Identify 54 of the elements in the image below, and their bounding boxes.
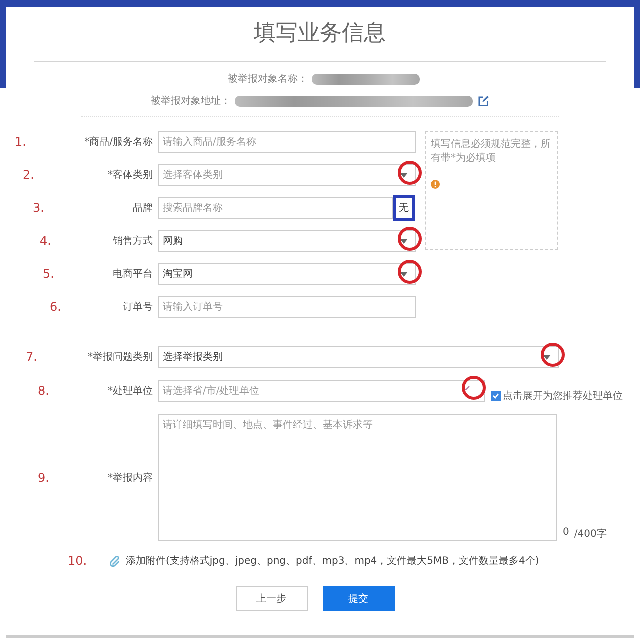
- field-value: 选择举报类别: [163, 350, 223, 364]
- input-field[interactable]: 搜索品牌名称: [158, 197, 393, 219]
- annotation-number: 7.: [25, 350, 38, 364]
- select-field[interactable]: 选择客体类别: [158, 164, 416, 186]
- dropdown-icon: [400, 272, 408, 277]
- checkbox-label[interactable]: 点击展开为您推荐处理单位: [503, 389, 623, 403]
- dropdown-icon: [400, 173, 408, 178]
- field-label: 电商平台: [112, 268, 154, 281]
- field-placeholder: 选择客体类别: [163, 168, 223, 182]
- target-address-label: 被举报对象地址：: [151, 94, 231, 108]
- page-title: 填写业务信息: [254, 20, 386, 48]
- annotation-number: 2.: [22, 168, 36, 182]
- select-field[interactable]: 请选择省/市/处理单位: [158, 380, 485, 402]
- character-limit: /400字: [574, 528, 607, 541]
- info-icon: [431, 180, 440, 189]
- hint-text: 填写信息必须规范完整，所有带*为必填项: [431, 138, 552, 166]
- field-value: 网购: [163, 235, 183, 248]
- back-button[interactable]: 上一步: [236, 586, 308, 611]
- field-label: *举报问题类别: [87, 350, 154, 364]
- field-value: 淘宝网: [163, 268, 193, 281]
- annotation-number: 4.: [39, 234, 52, 248]
- character-count: 0: [563, 527, 570, 540]
- input-field[interactable]: 请输入商品/服务名称: [158, 131, 416, 153]
- field-placeholder: 请输入商品/服务名称: [163, 136, 256, 149]
- annotation-number: 10.: [67, 554, 88, 568]
- annotation-number: 8.: [37, 384, 50, 398]
- submit-button[interactable]: 提交: [322, 586, 394, 611]
- dropdown-icon: [543, 355, 551, 360]
- field-label: *商品/服务名称: [84, 136, 154, 149]
- annotation-number: 3.: [32, 201, 46, 215]
- select-field[interactable]: 网购: [158, 230, 416, 252]
- none-button[interactable]: 无: [393, 195, 415, 221]
- field-placeholder: 请选择省/市/处理单位: [163, 384, 260, 398]
- field-label: *客体类别: [107, 168, 154, 182]
- field-placeholder: 请输入订单号: [163, 300, 223, 314]
- field-label: 品牌: [132, 202, 154, 215]
- field-label: 销售方式: [112, 234, 154, 248]
- field-placeholder: 搜索品牌名称: [163, 202, 223, 215]
- annotation-number: 6.: [49, 300, 62, 314]
- checkbox[interactable]: [491, 391, 501, 401]
- dropdown-icon: [400, 239, 408, 244]
- select-field[interactable]: 淘宝网: [158, 263, 416, 285]
- select-field[interactable]: 选择举报类别: [158, 346, 559, 368]
- paperclip-icon: [110, 556, 121, 566]
- edit-icon[interactable]: [478, 96, 489, 106]
- annotation-number: 5.: [42, 267, 56, 281]
- target-name-label: 被举报对象名称：: [228, 72, 308, 86]
- annotation-number: 9.: [37, 470, 50, 484]
- add-attachment-link[interactable]: 添加附件(支持格式jpg、jpeg、png、pdf、mp3、mp4，文件最大5MB，文件数量最多4个): [126, 554, 540, 568]
- report-content-textarea[interactable]: 请详细填写时间、地点、事件经过、基本诉求等: [158, 414, 557, 541]
- field-label: *处理单位: [107, 384, 154, 398]
- field-label: *举报内容: [107, 472, 154, 484]
- field-label: 订单号: [122, 300, 154, 314]
- annotation-number: 1.: [14, 135, 28, 149]
